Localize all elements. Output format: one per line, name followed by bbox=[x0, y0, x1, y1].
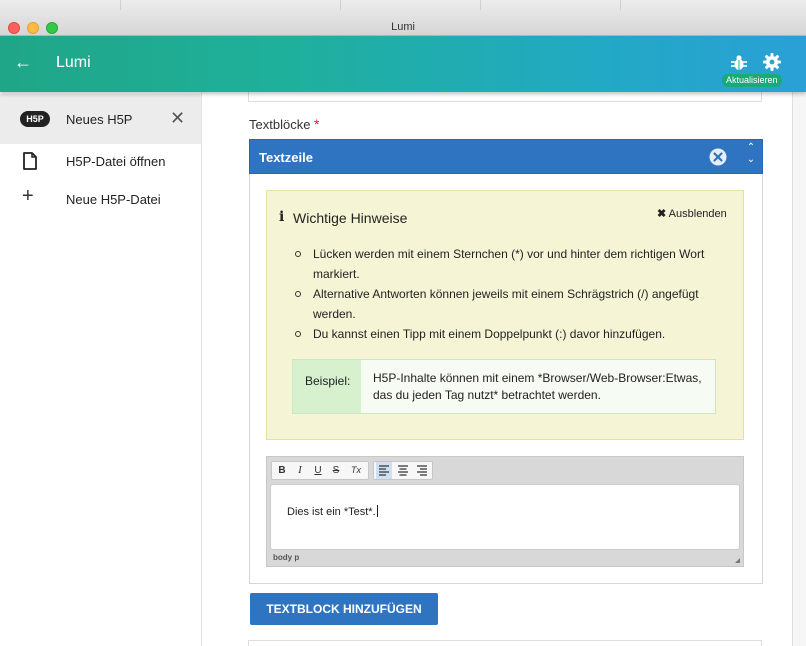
text-caret bbox=[376, 505, 378, 517]
align-left-icon[interactable] bbox=[376, 462, 392, 479]
sidebar-item-label: Neues H5P bbox=[66, 112, 133, 127]
editor-content: Textblöcke * Textzeile ⌃ ⌄ i Wichtige Hin… bbox=[202, 92, 792, 646]
sidebar: H5P Neues H5P ✕ H5P-Datei öffnen + Neue … bbox=[0, 92, 202, 646]
next-field bbox=[248, 640, 762, 646]
underline-button[interactable]: U bbox=[310, 462, 326, 479]
hide-label: Ausblenden bbox=[668, 208, 727, 220]
element-path: body p bbox=[273, 553, 300, 562]
align-center-icon[interactable] bbox=[395, 462, 411, 479]
format-toolbar: B I U S Tx bbox=[271, 461, 369, 480]
plus-icon: + bbox=[22, 185, 34, 207]
titlebar-divider bbox=[340, 0, 341, 10]
update-tooltip: Aktualisieren bbox=[722, 74, 782, 87]
arrow-left-icon[interactable]: ← bbox=[14, 52, 32, 72]
important-notes-panel: i Wichtige Hinweise ✖ Ausblenden Lücken … bbox=[266, 190, 744, 440]
group-title: Textzeile bbox=[259, 150, 313, 165]
field-label-text: Textblöcke bbox=[249, 117, 311, 132]
example-text: H5P-Inhalte können mit einem *Browser/We… bbox=[373, 371, 702, 402]
window-titlebar: Lumi bbox=[0, 0, 806, 36]
titlebar-divider bbox=[120, 0, 121, 10]
example-box: Beispiel: H5P-Inhalte können mit einem *… bbox=[292, 359, 716, 414]
list-item: Alternative Antworten können jeweils mit… bbox=[295, 284, 725, 324]
sidebar-item-new-file[interactable]: + Neue H5P-Datei bbox=[0, 174, 201, 224]
group-body: i Wichtige Hinweise ✖ Ausblenden Lücken … bbox=[249, 174, 763, 584]
titlebar-divider bbox=[480, 0, 481, 10]
content-scrollbar[interactable] bbox=[792, 92, 806, 646]
titlebar-divider bbox=[620, 0, 621, 10]
list-item: Du kannst einen Tipp mit einem Doppelpun… bbox=[295, 324, 725, 344]
strikethrough-button[interactable]: S bbox=[328, 462, 344, 479]
app-header: ← Lumi bbox=[0, 36, 806, 92]
align-toolbar bbox=[373, 461, 433, 480]
sidebar-item-label: H5P-Datei öffnen bbox=[66, 154, 166, 169]
italic-button[interactable]: I bbox=[292, 462, 308, 479]
group-header[interactable]: Textzeile ⌃ ⌄ bbox=[249, 139, 763, 174]
window-title: Lumi bbox=[391, 21, 415, 33]
list-item: Lücken werden mit einem Sternchen (*) vo… bbox=[295, 244, 725, 284]
h5p-logo-icon: H5P bbox=[20, 111, 50, 127]
notes-title: Wichtige Hinweise bbox=[293, 210, 408, 226]
text-value-content: Dies ist ein *Test*. bbox=[287, 506, 376, 518]
field-label: Textblöcke * bbox=[249, 116, 320, 132]
text-editor: B I U S Tx Dies ist ein *Test*. body p bbox=[266, 456, 744, 567]
bug-icon[interactable] bbox=[729, 53, 749, 73]
text-value: Dies ist ein *Test*. bbox=[287, 505, 378, 518]
notes-list: Lücken werden mit einem Sternchen (*) vo… bbox=[295, 244, 725, 344]
hide-notes-button[interactable]: ✖ Ausblenden bbox=[657, 207, 727, 220]
text-input-area[interactable]: Dies ist ein *Test*. bbox=[270, 484, 740, 550]
remove-circle-icon[interactable] bbox=[709, 148, 727, 166]
example-label: Beispiel: bbox=[293, 360, 361, 413]
bold-button[interactable]: B bbox=[274, 462, 290, 479]
close-icon[interactable]: ✕ bbox=[170, 108, 185, 128]
add-textblock-button[interactable]: TEXTBLOCK HINZUFÜGEN bbox=[250, 593, 438, 625]
file-icon bbox=[23, 152, 37, 170]
clear-format-button[interactable]: Tx bbox=[348, 462, 364, 479]
gear-icon[interactable] bbox=[762, 52, 782, 72]
required-mark: * bbox=[314, 116, 320, 132]
close-icon: ✖ bbox=[657, 208, 667, 220]
info-icon: i bbox=[279, 209, 285, 225]
move-up-down-icon[interactable]: ⌃ ⌄ bbox=[746, 142, 756, 166]
previous-field bbox=[248, 92, 762, 102]
app-title: Lumi bbox=[56, 54, 91, 71]
resize-handle[interactable] bbox=[735, 558, 740, 563]
sidebar-item-label: Neue H5P-Datei bbox=[66, 192, 161, 207]
align-right-icon[interactable] bbox=[414, 462, 430, 479]
